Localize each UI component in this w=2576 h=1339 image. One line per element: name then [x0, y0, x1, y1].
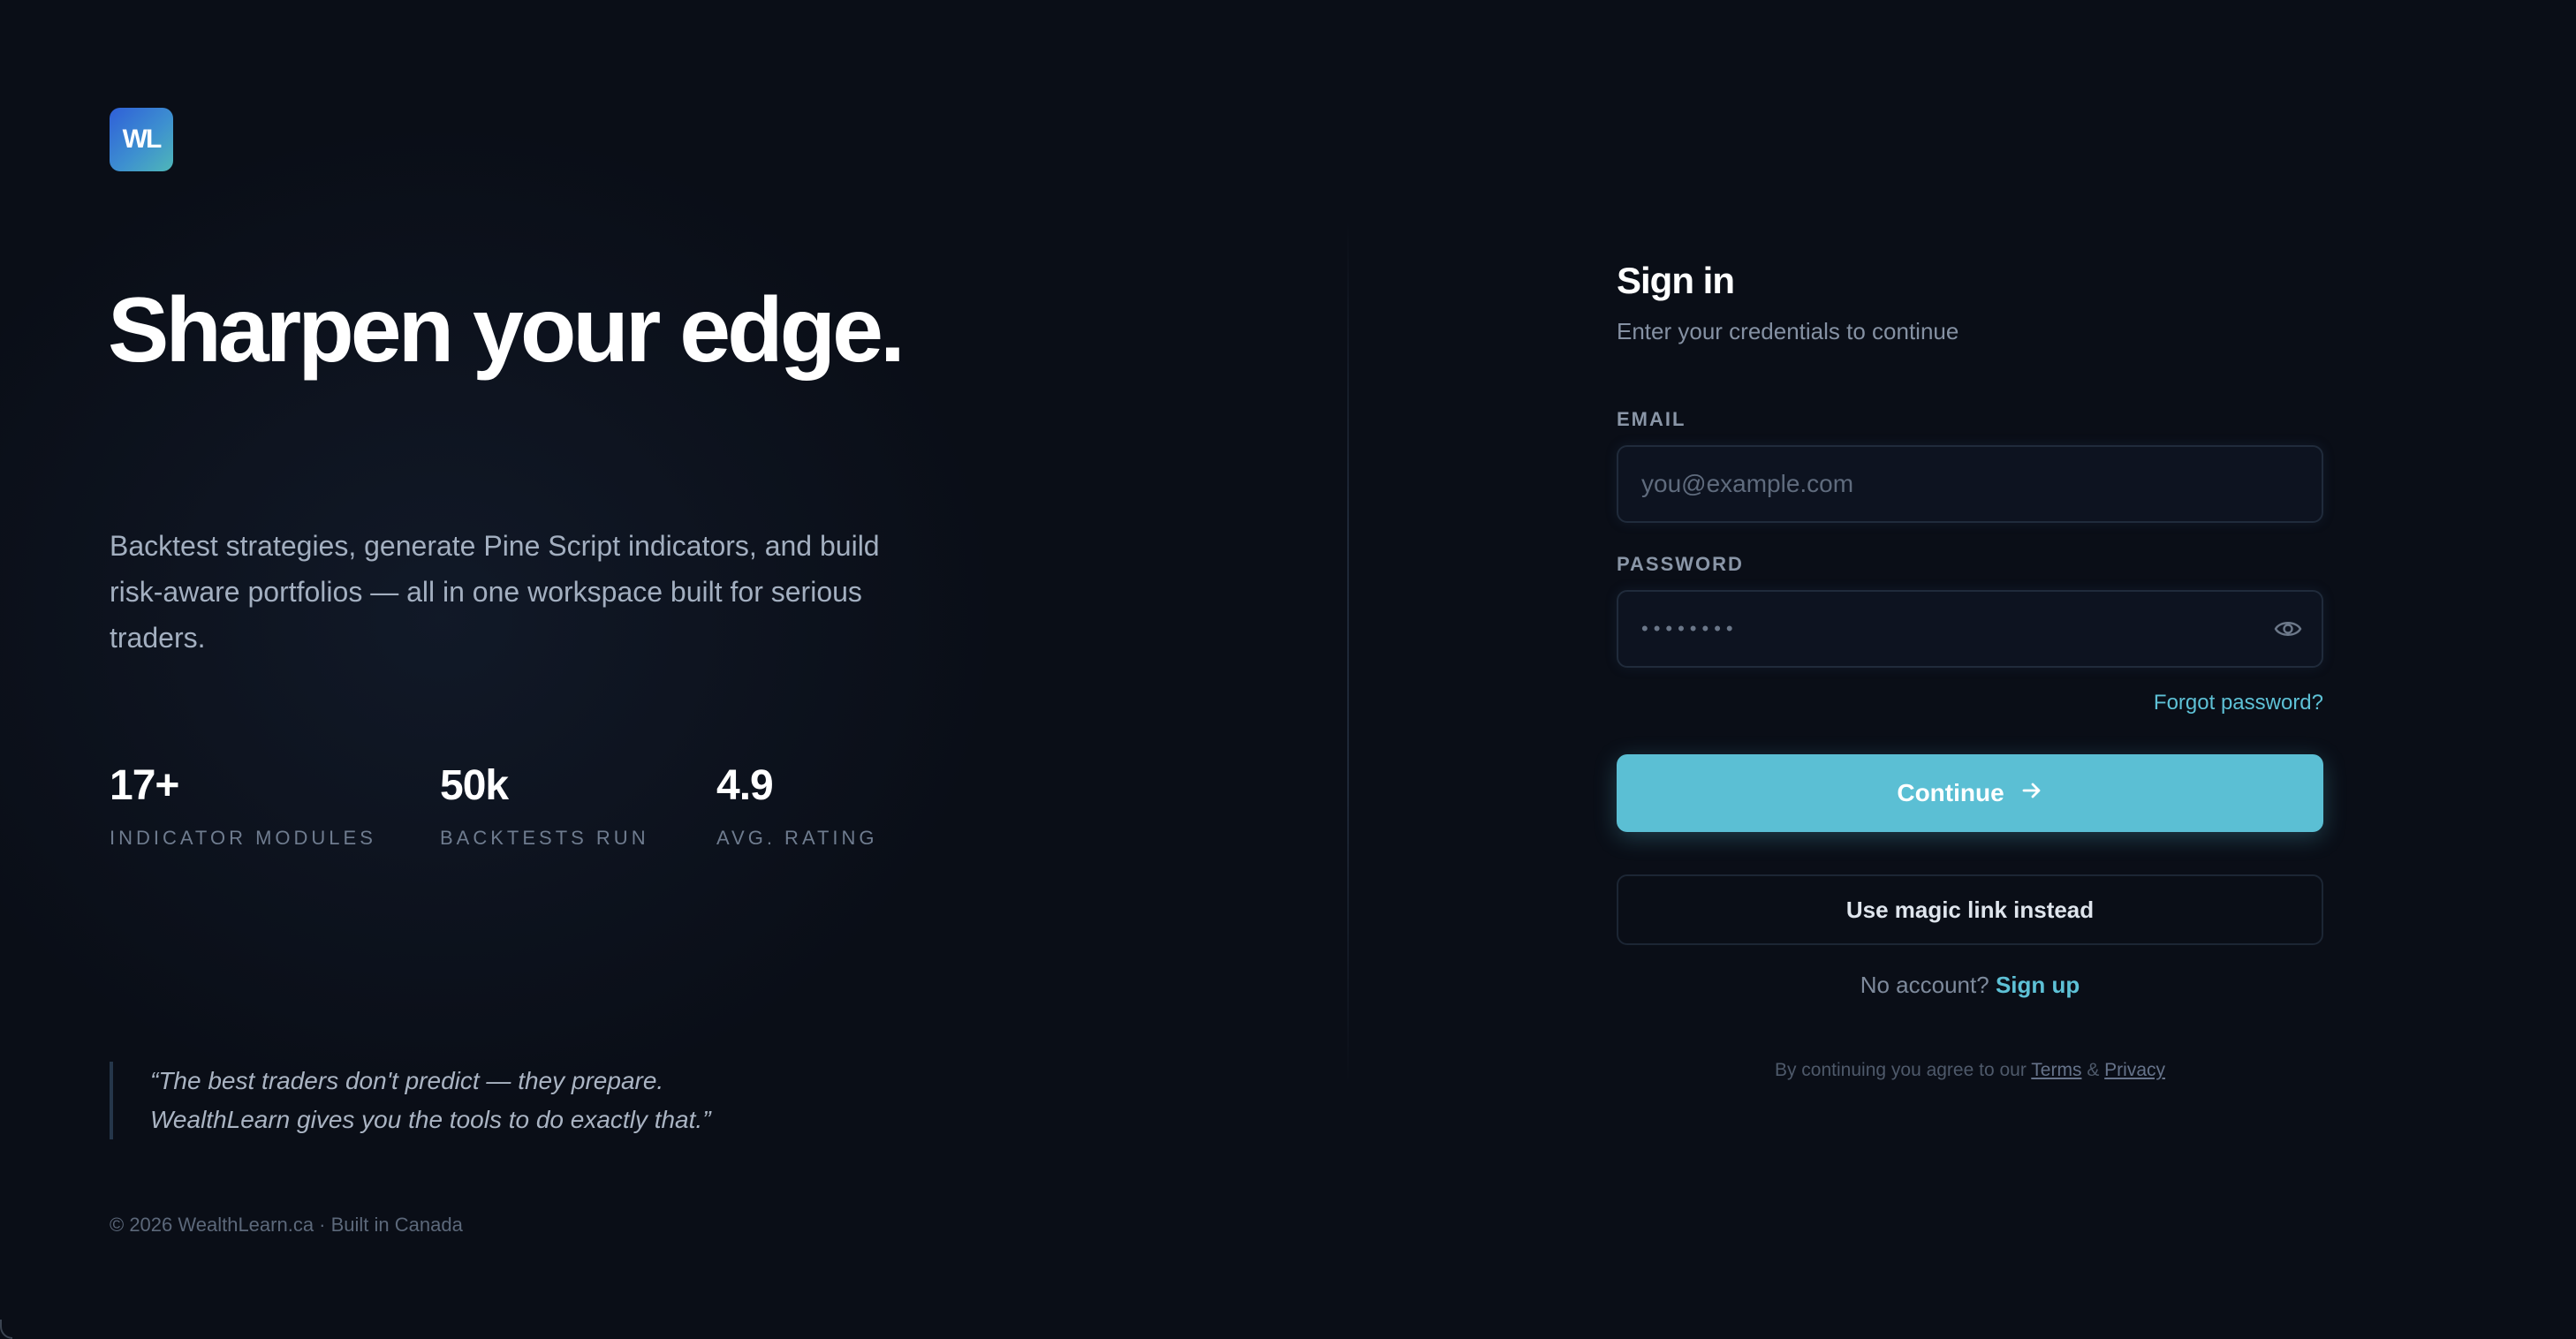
password-field[interactable] [1617, 590, 2323, 668]
panel-divider [1347, 221, 1349, 1086]
continue-button[interactable]: Continue [1617, 754, 2323, 832]
form-title: Sign in [1617, 260, 1735, 301]
email-field[interactable] [1617, 445, 2323, 523]
eye-icon[interactable] [2274, 617, 2302, 641]
logo-text: WL [122, 125, 163, 154]
sign-in-form: Sign in Enter your credentials to contin… [1617, 256, 2323, 1080]
sign-up-link[interactable]: Sign up [1996, 972, 2080, 998]
forgot-password-link[interactable]: Forgot password? [2154, 691, 2323, 715]
privacy-link[interactable]: Privacy [2104, 1060, 2165, 1080]
hero-subcopy: Backtest strategies, generate Pine Scrip… [110, 530, 880, 654]
no-account-text: No account? [1860, 972, 1989, 998]
legal-notice: By continuing you agree to our Terms & P… [1617, 1060, 2323, 1081]
stat-avg-rating: 4.9 AVG. RATING [716, 760, 878, 850]
form-subtitle: Enter your credentials to continue [1617, 318, 1959, 344]
legal-amp: & [2087, 1060, 2100, 1080]
stat-label: INDICATOR MODULES [110, 827, 376, 849]
stat-indicator-modules: 17+ INDICATOR MODULES [110, 760, 376, 850]
hero-headline: Sharpen your edge. [108, 279, 905, 382]
stat-value: 50k [440, 762, 509, 809]
email-label: EMAIL [1617, 408, 1686, 430]
sign-in-page: WL Sharpen your edge. Backtest strategie… [0, 0, 2576, 1339]
arrow-right-icon [2020, 779, 2043, 808]
stat-backtests-run: 50k BACKTESTS RUN [440, 760, 649, 850]
brand-logo: WL [110, 108, 173, 171]
signup-prompt: No account? Sign up [1617, 972, 2323, 999]
continue-label: Continue [1897, 779, 2004, 806]
quote-line-1: “The best traders don't predict — they p… [150, 1067, 664, 1094]
stat-value: 4.9 [716, 762, 774, 809]
copyright-note: © 2026 WealthLearn.ca · Built in Canada [110, 1214, 463, 1236]
terms-link[interactable]: Terms [2031, 1060, 2081, 1080]
marketing-panel: WL Sharpen your edge. Backtest strategie… [0, 0, 1348, 1339]
magic-link-button[interactable]: Use magic link instead [1617, 874, 2323, 945]
testimonial-quote: “The best traders don't predict — they p… [110, 1062, 905, 1139]
stat-label: BACKTESTS RUN [440, 827, 649, 849]
quote-line-2: WealthLearn gives you the tools to do ex… [150, 1106, 711, 1133]
stat-label: AVG. RATING [716, 827, 878, 849]
legal-prefix: By continuing you agree to our [1774, 1060, 2027, 1080]
stat-value: 17+ [110, 762, 179, 809]
password-label: PASSWORD [1617, 553, 1744, 575]
